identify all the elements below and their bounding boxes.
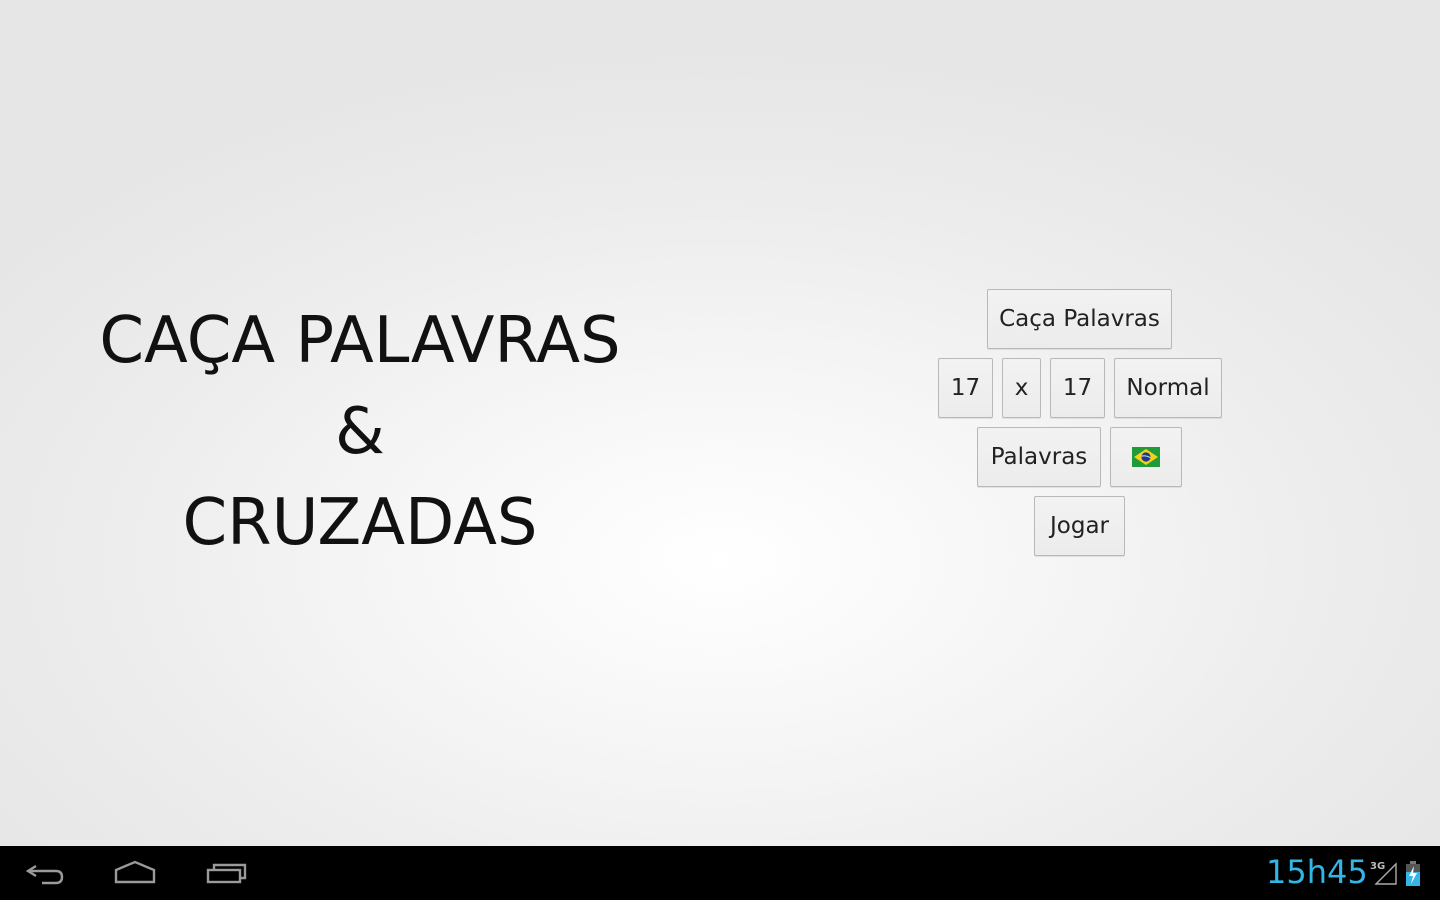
brazil-flag-icon [1132,447,1160,467]
title-line-2: & [335,395,385,469]
grid-size-separator-button[interactable]: x [1002,358,1041,418]
svg-text:3G: 3G [1370,861,1385,872]
app-title: CAÇA PALAVRAS & CRUZADAS [60,296,660,569]
status-clock: 15h45 [1266,853,1368,891]
recent-apps-icon[interactable] [204,858,248,891]
title-line-3: CRUZADAS [182,486,538,560]
game-mode-button[interactable]: Caça Palavras [987,289,1172,349]
app-screen: CAÇA PALAVRAS & CRUZADAS Caça Palavras 1… [0,0,1440,846]
battery-charging-icon [1405,861,1421,892]
home-icon[interactable] [112,858,158,891]
language-button[interactable] [1110,427,1182,487]
signal-3g-icon: 3G [1370,858,1400,893]
category-button[interactable]: Palavras [977,427,1101,487]
grid-cols-button[interactable]: 17 [1050,358,1105,418]
back-icon[interactable] [24,858,66,891]
system-navigation-bar [0,846,1440,900]
difficulty-button[interactable]: Normal [1114,358,1222,418]
play-button[interactable]: Jogar [1034,496,1125,556]
grid-rows-button[interactable]: 17 [938,358,993,418]
title-line-1: CAÇA PALAVRAS [99,304,621,378]
